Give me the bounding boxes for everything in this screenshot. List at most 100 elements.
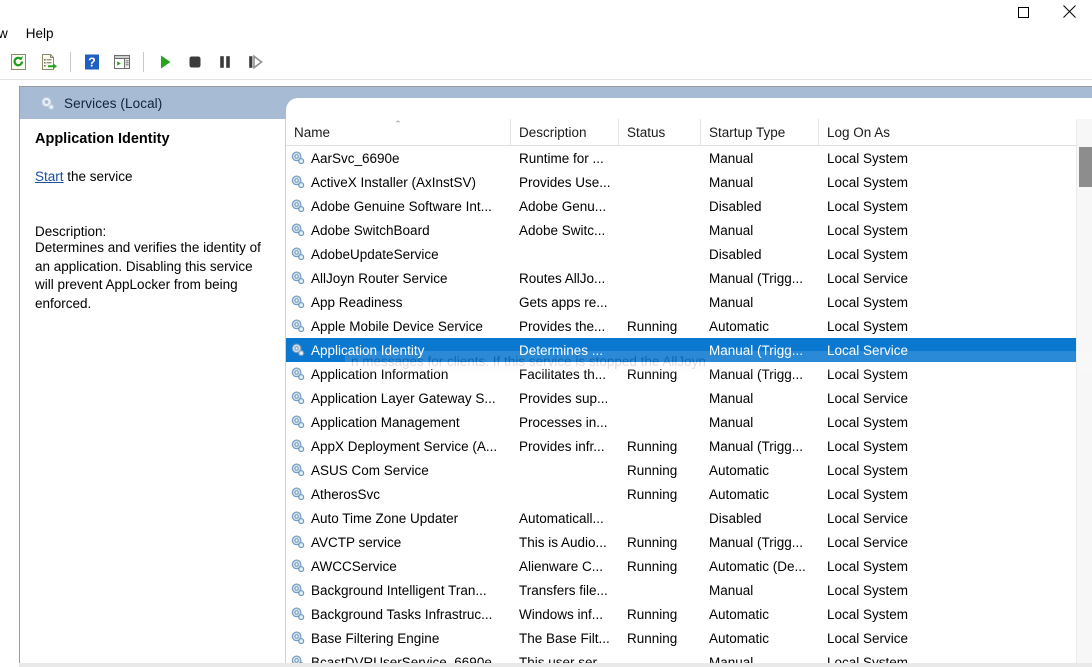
service-gear-icon bbox=[291, 223, 305, 237]
cell-logon: Local System bbox=[827, 486, 909, 502]
list-scrollbar-thumb[interactable] bbox=[1079, 147, 1092, 187]
export-list-button[interactable] bbox=[34, 47, 64, 77]
cell-logon: Local System bbox=[827, 438, 909, 454]
menu-item-view[interactable]: w bbox=[0, 23, 17, 43]
help-button[interactable]: ? bbox=[77, 47, 107, 77]
cell-status bbox=[619, 242, 701, 266]
cell-logon: Local Service bbox=[827, 342, 909, 358]
refresh-button[interactable] bbox=[4, 47, 34, 77]
table-row[interactable]: ActiveX Installer (AxInstSV) Provides Use… bbox=[286, 170, 1076, 194]
services-gear-icon bbox=[41, 96, 55, 110]
column-header-name[interactable]: Name ⌃ bbox=[286, 119, 511, 146]
service-name-label: AllJoyn Router Service bbox=[311, 270, 448, 286]
table-row[interactable]: Background Intelligent Tran... Transfers … bbox=[286, 578, 1076, 602]
table-row[interactable]: Application Information Facilitates th...… bbox=[286, 362, 1076, 386]
table-row[interactable]: Apple Mobile Device Service Provides the.… bbox=[286, 314, 1076, 338]
service-name-label: AtherosSvc bbox=[311, 486, 381, 502]
cell-name: Background Intelligent Tran... bbox=[286, 578, 511, 602]
cell-status: Running bbox=[627, 318, 678, 334]
cell-name: Application Information bbox=[286, 362, 511, 386]
cell-name: Auto Time Zone Updater bbox=[286, 506, 511, 530]
table-row[interactable]: AppX Deployment Service (A... Provides in… bbox=[286, 434, 1076, 458]
table-row[interactable]: AdobeUpdateService Disabled Local System bbox=[286, 242, 1076, 266]
cell-logon: Local System bbox=[827, 246, 909, 262]
cell-name: Apple Mobile Device Service bbox=[286, 314, 511, 338]
cell-status bbox=[619, 506, 701, 530]
service-gear-icon bbox=[291, 583, 305, 597]
cell-description: Runtime for ... bbox=[519, 150, 604, 166]
cell-logon: Local System bbox=[827, 582, 909, 598]
column-header-description-label: Description bbox=[519, 125, 587, 140]
cell-logon: Local Service bbox=[827, 630, 909, 646]
column-header-log-on-as[interactable]: Log On As bbox=[819, 119, 1076, 146]
table-row[interactable]: AarSvc_6690e Runtime for ... Manual Local S… bbox=[286, 146, 1076, 170]
column-header-log-on-as-label: Log On As bbox=[827, 125, 891, 140]
cell-status bbox=[619, 170, 701, 194]
service-name-label: Application Management bbox=[311, 414, 460, 430]
close-button[interactable] bbox=[1046, 0, 1092, 22]
cell-startup: Manual (Trigg... bbox=[709, 342, 804, 358]
table-row[interactable]: Application Identity Determines ... Manual… bbox=[286, 338, 1076, 362]
cell-startup: Manual bbox=[709, 174, 754, 190]
menu-item-help[interactable]: Help bbox=[17, 23, 63, 43]
column-header-description[interactable]: Description bbox=[511, 119, 619, 146]
cell-name: AtherosSvc bbox=[286, 482, 511, 506]
start-service-link[interactable]: Start bbox=[35, 169, 64, 184]
stop-icon bbox=[189, 56, 201, 67]
service-name-label: AarSvc_6690e bbox=[311, 150, 400, 166]
table-row[interactable]: ASUS Com Service Running Automatic Local Sy… bbox=[286, 458, 1076, 482]
cell-description: The Base Filt... bbox=[519, 630, 610, 646]
cell-name: AdobeUpdateService bbox=[286, 242, 511, 266]
column-header-status[interactable]: Status bbox=[619, 119, 701, 146]
cell-startup: Automatic bbox=[709, 630, 770, 646]
cell-logon: Local System bbox=[827, 318, 909, 334]
cell-logon: Local Service bbox=[827, 510, 909, 526]
cell-startup: Manual bbox=[709, 150, 754, 166]
table-row[interactable]: App Readiness Gets apps re... Manual Local … bbox=[286, 290, 1076, 314]
table-row[interactable]: Base Filtering Engine The Base Filt... Run… bbox=[286, 626, 1076, 650]
show-hide-action-pane-button[interactable] bbox=[107, 47, 137, 77]
cell-logon: Local System bbox=[827, 462, 909, 478]
table-row[interactable]: Adobe Genuine Software Int... Adobe Genu.… bbox=[286, 194, 1076, 218]
table-row[interactable]: AllJoyn Router Service Routes AllJo... Man… bbox=[286, 266, 1076, 290]
stop-service-button[interactable] bbox=[180, 47, 210, 77]
pause-icon bbox=[220, 55, 230, 68]
maximize-button[interactable] bbox=[1000, 0, 1046, 22]
table-row[interactable]: Background Tasks Infrastruc... Windows in… bbox=[286, 602, 1076, 626]
table-row[interactable]: Auto Time Zone Updater Automaticall... Dis… bbox=[286, 506, 1076, 530]
cell-logon: Local Service bbox=[827, 534, 909, 550]
cell-description: Facilitates th... bbox=[519, 366, 607, 382]
restart-service-button[interactable] bbox=[240, 47, 270, 77]
toolbar-separator-2 bbox=[143, 51, 144, 72]
table-row[interactable]: AVCTP service This is Audio... Running Manu… bbox=[286, 530, 1076, 554]
service-name-label: ASUS Com Service bbox=[311, 462, 429, 478]
column-header-startup-type[interactable]: Startup Type bbox=[701, 119, 819, 146]
cell-startup: Manual bbox=[709, 390, 754, 406]
cell-name: App Readiness bbox=[286, 290, 511, 314]
table-row[interactable]: Adobe SwitchBoard Adobe Switc... Manual Loc… bbox=[286, 218, 1076, 242]
list-vertical-scrollbar[interactable] bbox=[1076, 119, 1092, 667]
service-gear-icon bbox=[291, 175, 305, 189]
cell-status bbox=[619, 338, 701, 362]
cell-startup: Manual bbox=[709, 294, 754, 310]
table-row[interactable]: Application Management Processes in... Man… bbox=[286, 410, 1076, 434]
service-gear-icon bbox=[291, 151, 305, 165]
pause-service-button[interactable] bbox=[210, 47, 240, 77]
service-name-label: Application Identity bbox=[311, 342, 425, 358]
service-name-label: Background Intelligent Tran... bbox=[311, 582, 487, 598]
start-service-button[interactable] bbox=[150, 47, 180, 77]
scope-header-bar: Services (Local) bbox=[20, 87, 1092, 119]
window-bottom-edge bbox=[19, 663, 1092, 667]
scope-title: Services (Local) bbox=[64, 95, 163, 111]
table-row[interactable]: AtherosSvc Running Automatic Local System bbox=[286, 482, 1076, 506]
cell-logon: Local System bbox=[827, 366, 909, 382]
refresh-icon bbox=[11, 53, 26, 70]
service-name-label: ActiveX Installer (AxInstSV) bbox=[311, 174, 477, 190]
cell-status: Running bbox=[627, 606, 678, 622]
table-row[interactable]: AWCCService Alienware C... Running Automati… bbox=[286, 554, 1076, 578]
sort-ascending-icon: ⌃ bbox=[394, 119, 402, 129]
cell-startup: Manual (Trigg... bbox=[709, 270, 804, 286]
table-row[interactable]: Application Layer Gateway S... Provides s… bbox=[286, 386, 1076, 410]
cell-description: Adobe Genu... bbox=[519, 198, 607, 214]
service-name-label: Base Filtering Engine bbox=[311, 630, 440, 646]
